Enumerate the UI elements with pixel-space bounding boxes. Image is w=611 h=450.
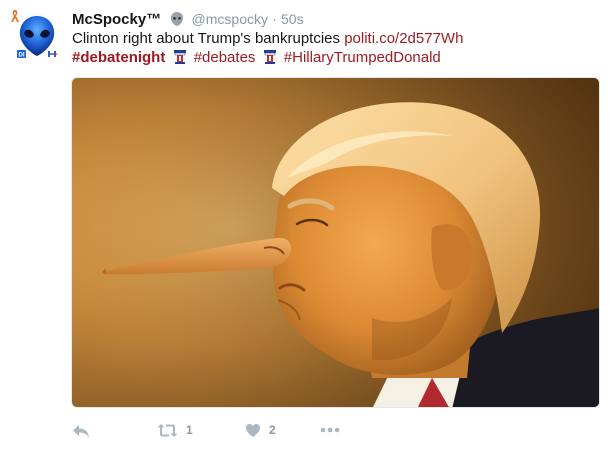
podium-icon xyxy=(173,50,186,64)
reply-button[interactable] xyxy=(72,423,157,438)
separator: · xyxy=(272,11,277,27)
handle[interactable]: @mcspocky xyxy=(192,11,268,27)
hashtag-hillarytrumpeddonald[interactable]: #HillaryTrumpedDonald xyxy=(284,49,441,66)
hashtag-debatenight[interactable]: #debatenight xyxy=(72,49,165,66)
timestamp[interactable]: 50s xyxy=(281,11,304,27)
like-button[interactable]: 2 xyxy=(245,423,320,438)
tweet-body: Clinton right about Trump's bankruptcies xyxy=(72,30,341,47)
svg-text:DI: DI xyxy=(19,53,25,59)
podium-icon xyxy=(263,50,276,64)
hashtag-debates[interactable]: #debates xyxy=(194,49,256,66)
heart-icon xyxy=(246,423,260,437)
alien-emoji-icon xyxy=(171,12,184,26)
like-count: 2 xyxy=(269,423,276,437)
reply-icon xyxy=(73,424,89,437)
retweet-count: 1 xyxy=(186,423,193,437)
more-button[interactable] xyxy=(320,427,340,433)
hashtag-line: #debatenight #debates #HillaryTrumpedDon… xyxy=(72,48,441,68)
pinocchio-photo xyxy=(72,78,599,407)
tweet-photo[interactable] xyxy=(71,77,600,408)
retweet-button[interactable]: 1 xyxy=(157,423,245,438)
more-icon xyxy=(320,427,340,433)
display-name[interactable]: McSpocky™ xyxy=(72,11,161,28)
retweet-icon xyxy=(157,423,178,437)
tweet-actions: 1 2 xyxy=(72,420,340,440)
tweet-header: McSpocky™ @mcspocky · 50s xyxy=(72,9,304,30)
alien-avatar[interactable]: DI xyxy=(9,10,65,66)
tweet-text: Clinton right about Trump's bankruptcies… xyxy=(72,29,602,49)
tweet-link[interactable]: politi.co/2d577Wh xyxy=(344,30,463,47)
